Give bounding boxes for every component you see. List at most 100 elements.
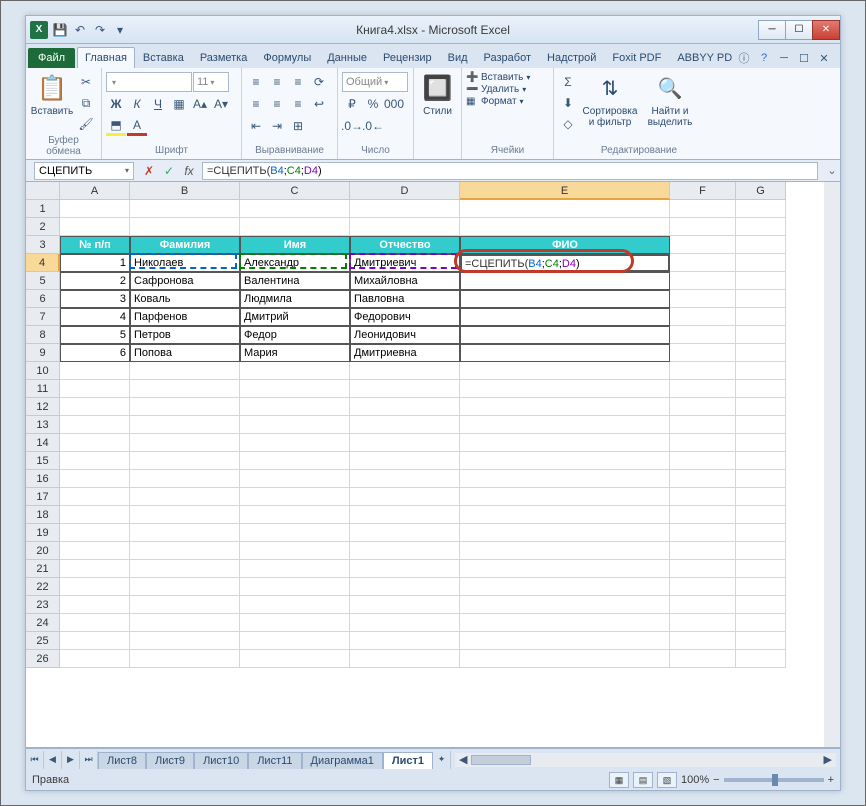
cell-A22[interactable] bbox=[60, 578, 130, 596]
cell-D11[interactable] bbox=[350, 380, 460, 398]
cell-C20[interactable] bbox=[240, 542, 350, 560]
row-header-21[interactable]: 21 bbox=[26, 560, 60, 578]
cell-B18[interactable] bbox=[130, 506, 240, 524]
cell-E8[interactable] bbox=[460, 326, 670, 344]
cell-E5[interactable] bbox=[460, 272, 670, 290]
sheet-tab-Диаграмма1[interactable]: Диаграмма1 bbox=[302, 752, 383, 769]
cell-G21[interactable] bbox=[736, 560, 786, 578]
cell-G25[interactable] bbox=[736, 632, 786, 650]
cell-C10[interactable] bbox=[240, 362, 350, 380]
cell-B8[interactable]: Петров bbox=[130, 326, 240, 344]
cell-B12[interactable] bbox=[130, 398, 240, 416]
cell-A9[interactable]: 6 bbox=[60, 344, 130, 362]
maximize-button[interactable]: ☐ bbox=[785, 20, 813, 40]
cell-A6[interactable]: 3 bbox=[60, 290, 130, 308]
cell-E17[interactable] bbox=[460, 488, 670, 506]
cell-G22[interactable] bbox=[736, 578, 786, 596]
sheet-nav-prev-icon[interactable]: ◀ bbox=[44, 751, 62, 769]
tab-developer[interactable]: Разработ bbox=[476, 47, 539, 68]
cell-B19[interactable] bbox=[130, 524, 240, 542]
cancel-formula-icon[interactable]: ✗ bbox=[140, 162, 158, 180]
cell-B9[interactable]: Попова bbox=[130, 344, 240, 362]
decrease-decimal-icon[interactable]: .0← bbox=[363, 116, 383, 136]
underline-button[interactable]: Ч bbox=[148, 94, 168, 114]
cell-A8[interactable]: 5 bbox=[60, 326, 130, 344]
cell-F14[interactable] bbox=[670, 434, 736, 452]
cell-E10[interactable] bbox=[460, 362, 670, 380]
cell-B14[interactable] bbox=[130, 434, 240, 452]
cell-E6[interactable] bbox=[460, 290, 670, 308]
sheet-tab-Лист1[interactable]: Лист1 bbox=[383, 752, 433, 769]
cell-B26[interactable] bbox=[130, 650, 240, 668]
sheet-tab-Лист11[interactable]: Лист11 bbox=[248, 752, 301, 769]
delete-cells-button[interactable]: ➖Удалить▾ bbox=[466, 84, 530, 95]
tab-insert[interactable]: Вставка bbox=[135, 47, 192, 68]
cell-G12[interactable] bbox=[736, 398, 786, 416]
comma-icon[interactable]: 000 bbox=[384, 94, 404, 114]
cell-B6[interactable]: Коваль bbox=[130, 290, 240, 308]
cell-G6[interactable] bbox=[736, 290, 786, 308]
row-header-18[interactable]: 18 bbox=[26, 506, 60, 524]
cell-D16[interactable] bbox=[350, 470, 460, 488]
cell-F17[interactable] bbox=[670, 488, 736, 506]
cell-F1[interactable] bbox=[670, 200, 736, 218]
minimize-ribbon-icon[interactable]: ⓘ bbox=[736, 50, 752, 66]
cell-C16[interactable] bbox=[240, 470, 350, 488]
view-layout-icon[interactable]: ▤ bbox=[633, 772, 653, 788]
cell-B21[interactable] bbox=[130, 560, 240, 578]
find-select-button[interactable]: 🔍 Найти и выделить bbox=[642, 72, 698, 128]
col-header-F[interactable]: F bbox=[670, 182, 736, 200]
cell-B25[interactable] bbox=[130, 632, 240, 650]
qat-redo-icon[interactable]: ↷ bbox=[92, 22, 108, 38]
cell-A5[interactable]: 2 bbox=[60, 272, 130, 290]
cell-G3[interactable] bbox=[736, 236, 786, 254]
tab-data[interactable]: Данные bbox=[319, 47, 375, 68]
cell-G4[interactable] bbox=[736, 254, 786, 272]
cell-B4[interactable]: Николаев bbox=[130, 254, 240, 272]
cell-E25[interactable] bbox=[460, 632, 670, 650]
col-header-G[interactable]: G bbox=[736, 182, 786, 200]
cell-C14[interactable] bbox=[240, 434, 350, 452]
cell-E20[interactable] bbox=[460, 542, 670, 560]
copy-icon[interactable]: ⧉ bbox=[76, 93, 96, 113]
sheet-tab-Лист10[interactable]: Лист10 bbox=[194, 752, 248, 769]
view-normal-icon[interactable]: ▦ bbox=[609, 772, 629, 788]
cell-C23[interactable] bbox=[240, 596, 350, 614]
font-name-combo[interactable]: ▾ bbox=[106, 72, 192, 92]
cell-A11[interactable] bbox=[60, 380, 130, 398]
cell-B2[interactable] bbox=[130, 218, 240, 236]
cell-G24[interactable] bbox=[736, 614, 786, 632]
qat-undo-icon[interactable]: ↶ bbox=[72, 22, 88, 38]
cell-F19[interactable] bbox=[670, 524, 736, 542]
tab-formulas[interactable]: Формулы bbox=[255, 47, 319, 68]
cell-C12[interactable] bbox=[240, 398, 350, 416]
merge-cells-icon[interactable]: ⊞ bbox=[288, 116, 308, 136]
file-tab[interactable]: Файл bbox=[28, 48, 75, 68]
name-box[interactable]: СЦЕПИТЬ▾ bbox=[34, 162, 134, 180]
cell-G14[interactable] bbox=[736, 434, 786, 452]
font-color-button[interactable]: A bbox=[127, 116, 147, 136]
cell-B13[interactable] bbox=[130, 416, 240, 434]
font-size-combo[interactable]: 11▾ bbox=[193, 72, 229, 92]
row-header-10[interactable]: 10 bbox=[26, 362, 60, 380]
cell-G13[interactable] bbox=[736, 416, 786, 434]
row-header-9[interactable]: 9 bbox=[26, 344, 60, 362]
cell-D18[interactable] bbox=[350, 506, 460, 524]
enter-formula-icon[interactable]: ✓ bbox=[160, 162, 178, 180]
help-icon[interactable]: ? bbox=[756, 50, 772, 66]
shrink-font-icon[interactable]: A▾ bbox=[211, 94, 231, 114]
row-header-8[interactable]: 8 bbox=[26, 326, 60, 344]
cell-B7[interactable]: Парфенов bbox=[130, 308, 240, 326]
cell-C13[interactable] bbox=[240, 416, 350, 434]
grid[interactable]: ABCDEFG 12345678910111213141516171819202… bbox=[26, 182, 840, 748]
cell-B11[interactable] bbox=[130, 380, 240, 398]
cell-F4[interactable] bbox=[670, 254, 736, 272]
row-header-20[interactable]: 20 bbox=[26, 542, 60, 560]
cell-G19[interactable] bbox=[736, 524, 786, 542]
cell-E21[interactable] bbox=[460, 560, 670, 578]
cell-C7[interactable]: Дмитрий bbox=[240, 308, 350, 326]
format-painter-icon[interactable]: 🖌 bbox=[76, 114, 96, 134]
align-middle-icon[interactable]: ≡ bbox=[267, 72, 287, 92]
cell-F12[interactable] bbox=[670, 398, 736, 416]
doc-restore-icon[interactable]: ☐ bbox=[796, 50, 812, 66]
